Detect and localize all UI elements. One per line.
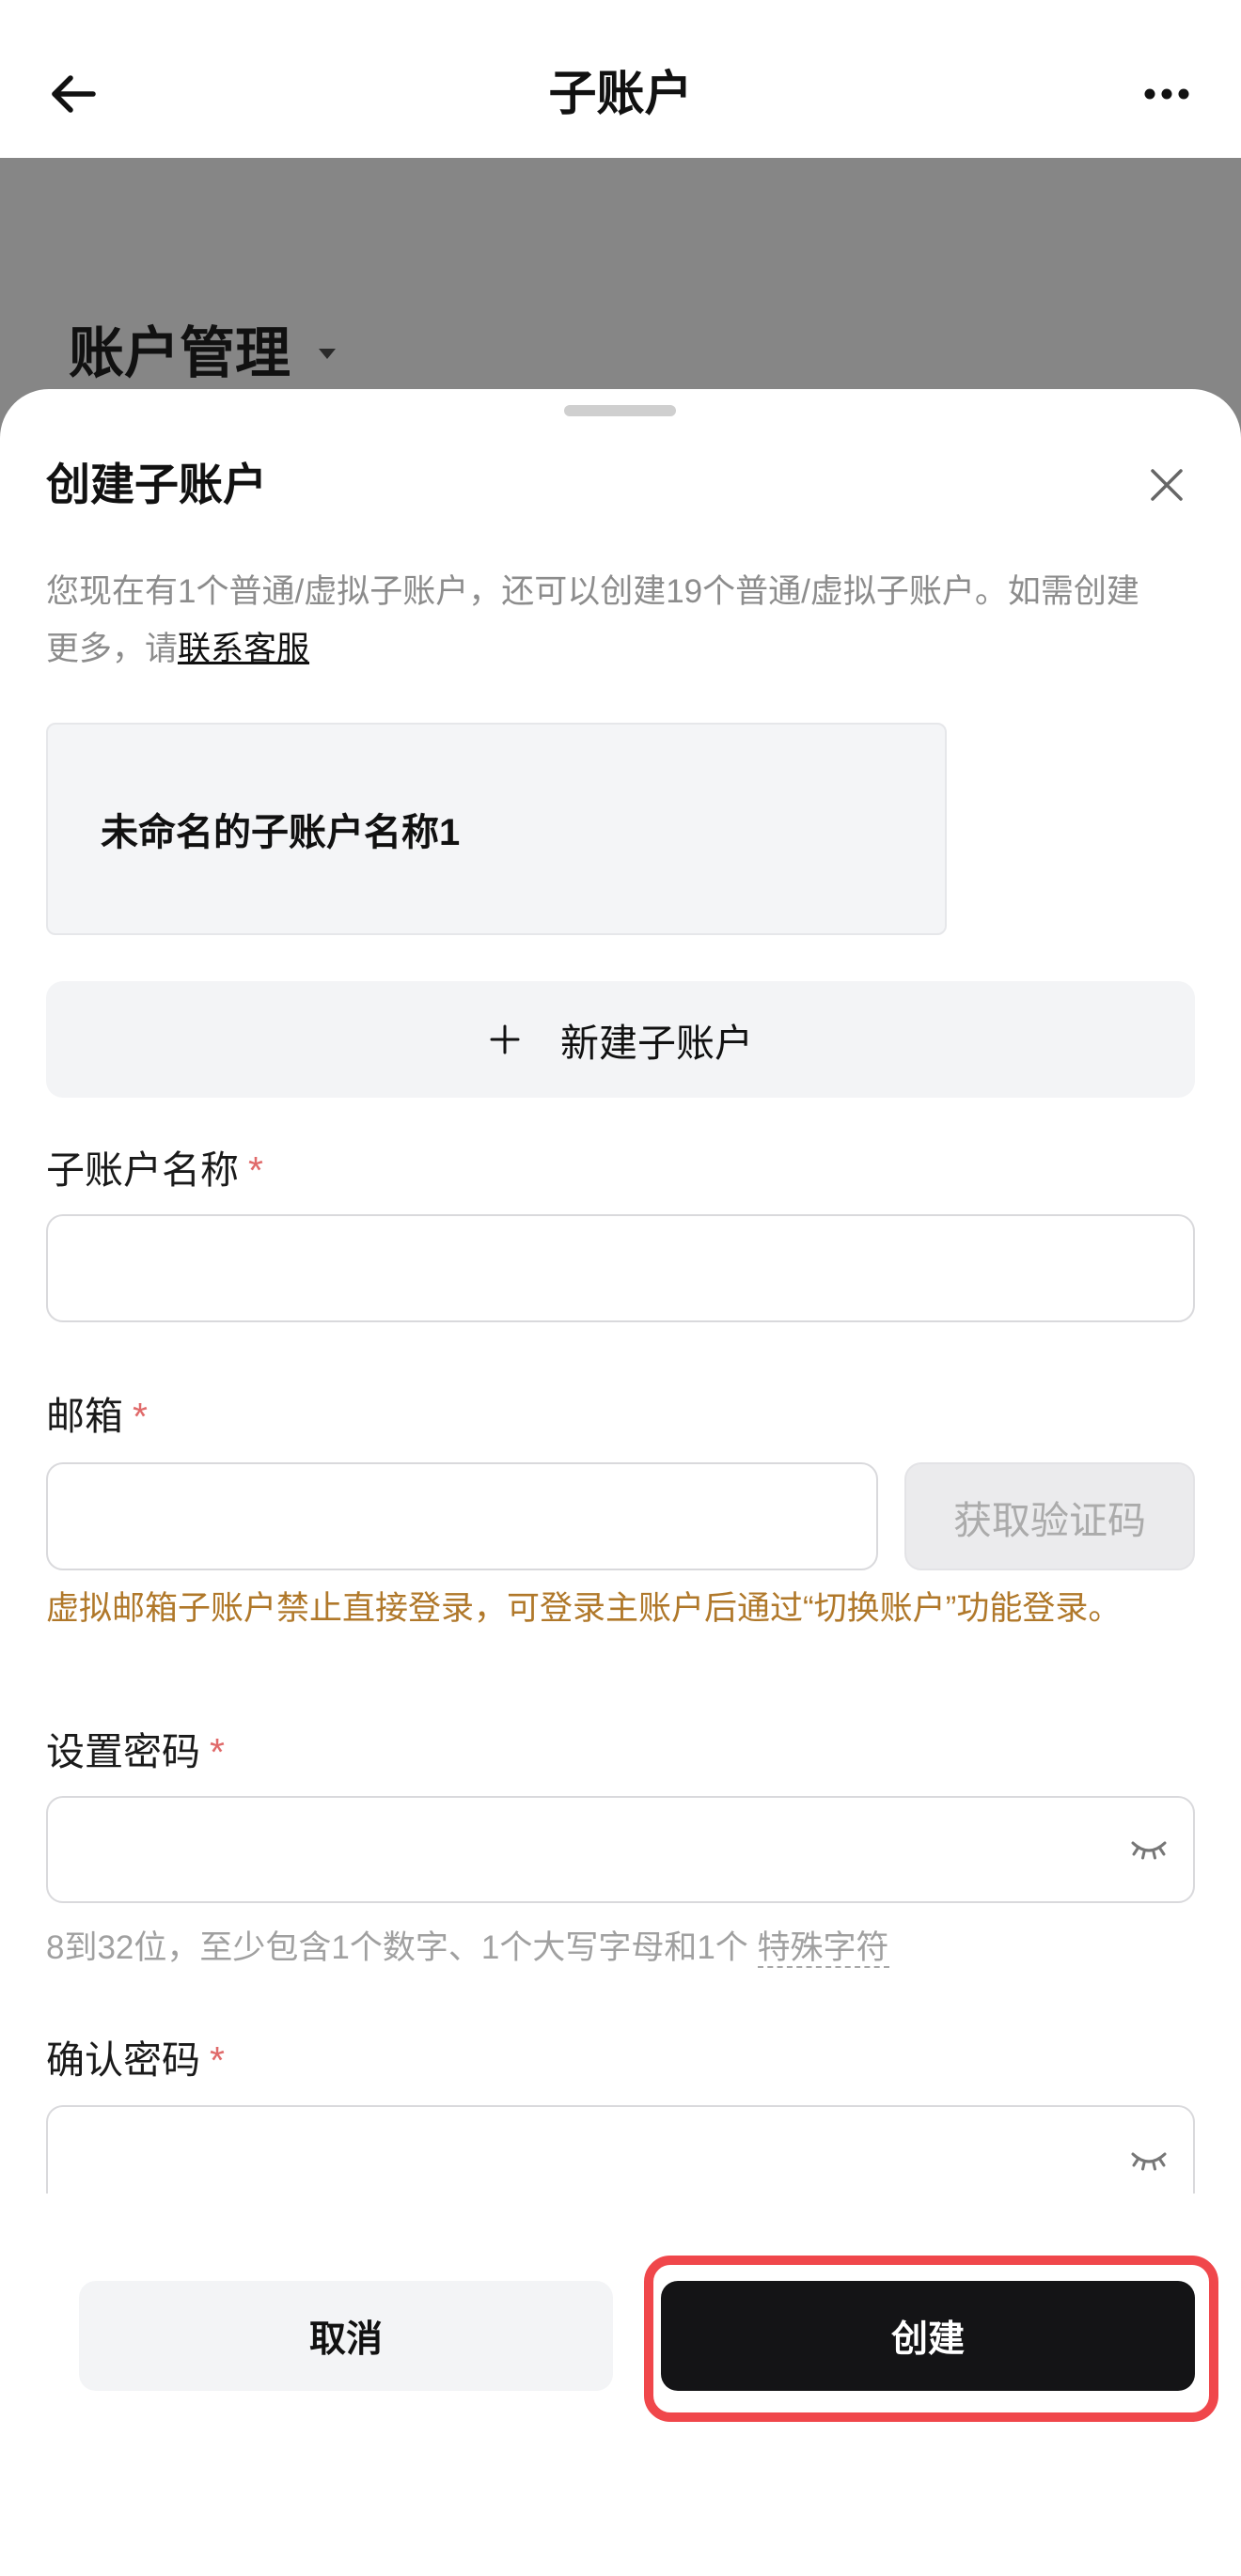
- quota-description-text: 更多，请: [46, 631, 179, 667]
- subaccount-name-label: 子账户名称 *: [46, 1147, 263, 1194]
- contact-support-link[interactable]: 联系客服: [178, 631, 309, 667]
- email-label: 邮箱 *: [46, 1393, 148, 1440]
- required-mark: *: [210, 2038, 225, 2082]
- confirm-password-label: 确认密码 *: [46, 2037, 225, 2084]
- password-label-text: 设置密码: [46, 1730, 200, 1773]
- close-button[interactable]: [1149, 467, 1185, 503]
- confirm-password-field[interactable]: [46, 2105, 1195, 2194]
- required-mark: *: [248, 1148, 263, 1192]
- email-field[interactable]: [46, 1462, 878, 1570]
- more-horizontal-icon: [1144, 88, 1189, 100]
- subaccount-name-label-text: 子账户名称: [46, 1148, 239, 1192]
- quota-description-line: 您现在有1个普通/虚拟子账户，还可以创建19个普通/虚拟子账户。如需创建: [46, 573, 1139, 610]
- toggle-password-visibility[interactable]: [1129, 1837, 1169, 1862]
- back-button[interactable]: [46, 68, 99, 120]
- eye-closed-icon: [1131, 2152, 1167, 2171]
- more-options-button[interactable]: [1140, 71, 1193, 117]
- email-label-text: 邮箱: [46, 1395, 123, 1438]
- top-app-bar: 子账户: [0, 0, 1241, 158]
- create-button[interactable]: 创建: [661, 2281, 1195, 2391]
- drag-handle[interactable]: [564, 405, 676, 416]
- confirm-password-input[interactable]: [48, 2107, 1193, 2194]
- sheet-scroll-area[interactable]: 创建子账户 您现在有1个普通/虚拟子账户，还可以创建19个普通/虚拟子账户。如需…: [0, 389, 1241, 2194]
- eye-closed-icon: [1131, 1841, 1167, 1860]
- add-subaccount-button[interactable]: 新建子账户: [46, 981, 1195, 1098]
- add-subaccount-label: 新建子账户: [560, 1022, 753, 1065]
- create-subaccount-sheet: 创建子账户 您现在有1个普通/虚拟子账户，还可以创建19个普通/虚拟子账户。如需…: [0, 389, 1241, 2576]
- quota-description: 您现在有1个普通/虚拟子账户，还可以创建19个普通/虚拟子账户。如需创建 更多，…: [46, 563, 1195, 678]
- confirm-password-label-text: 确认密码: [46, 2038, 200, 2082]
- cancel-button[interactable]: 取消: [79, 2281, 613, 2391]
- required-mark: *: [133, 1395, 148, 1438]
- special-characters-link[interactable]: 特殊字符: [757, 1929, 889, 1968]
- password-field[interactable]: [46, 1796, 1195, 1903]
- password-label: 设置密码 *: [46, 1728, 225, 1775]
- email-warning-text: 虚拟邮箱子账户禁止直接登录，可登录主账户后通过“切换账户”功能登录。: [46, 1590, 1122, 1627]
- password-hint-text: 8到32位，至少包含1个数字、1个大写字母和1个: [46, 1929, 758, 1966]
- password-input[interactable]: [48, 1798, 1193, 1901]
- get-verification-code-button[interactable]: 获取验证码: [904, 1462, 1195, 1570]
- subaccount-name-field[interactable]: [46, 1214, 1195, 1322]
- email-input[interactable]: [48, 1464, 876, 1569]
- toggle-confirm-password-visibility[interactable]: [1129, 2148, 1169, 2173]
- page-title: 子账户: [548, 67, 693, 120]
- password-hint: 8到32位，至少包含1个数字、1个大写字母和1个 特殊字符: [46, 1925, 889, 1972]
- subaccount-card[interactable]: 未命名的子账户名称1: [46, 723, 947, 935]
- subaccount-name: 未命名的子账户名称1: [101, 812, 461, 853]
- account-management-dropdown: 账户管理: [69, 320, 337, 386]
- arrow-left-icon: [52, 75, 96, 113]
- plus-icon: [490, 1024, 520, 1054]
- account-management-title: 账户管理: [69, 322, 291, 384]
- quota-description-line: 更多，请联系客服: [46, 620, 1195, 678]
- subaccount-name-input[interactable]: [48, 1216, 1193, 1320]
- required-mark: *: [210, 1730, 225, 1773]
- caret-down-icon: [319, 348, 337, 359]
- sheet-title: 创建子账户: [46, 460, 267, 509]
- close-icon: [1151, 469, 1183, 501]
